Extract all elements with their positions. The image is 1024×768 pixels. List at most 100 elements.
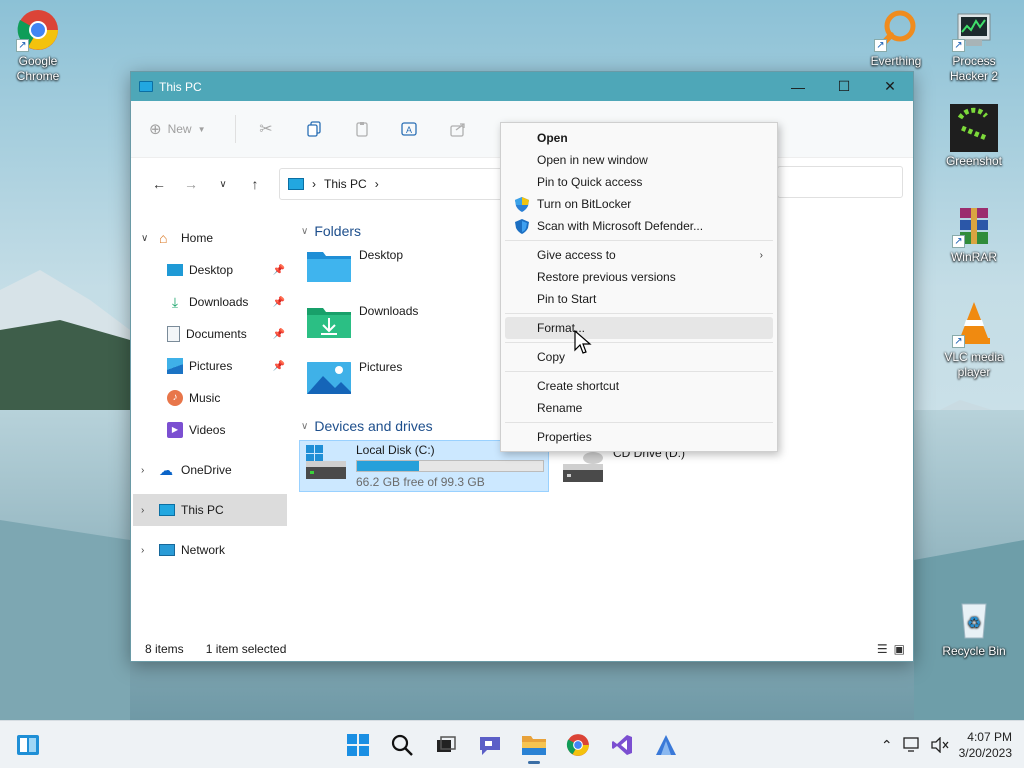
tiles-view-icon[interactable]: ▣	[894, 642, 905, 656]
title-bar[interactable]: This PC — ☐ ✕	[131, 72, 913, 101]
cut-button[interactable]: ✂	[242, 113, 290, 145]
show-hidden-icons-button[interactable]: ⌃	[881, 737, 893, 754]
desktop-icon-everything[interactable]: ↗ Everthing	[864, 8, 928, 69]
menu-item-defender-scan[interactable]: Scan with Microsoft Defender...	[505, 215, 773, 237]
pictures-icon	[167, 358, 183, 374]
recent-locations-button[interactable]: ∨	[207, 170, 239, 198]
videos-icon: ▶	[167, 422, 183, 438]
desktop-icon-winrar[interactable]: ↗ WinRAR	[942, 204, 1006, 265]
volume-muted-icon[interactable]	[930, 737, 949, 753]
folder-label: Downloads	[359, 304, 419, 318]
paste-icon	[356, 122, 368, 137]
menu-item-give-access[interactable]: Give access to ›	[505, 244, 773, 266]
desktop-icon-label: Process Hacker 2	[949, 54, 999, 83]
desktop-icon-process-hacker[interactable]: ↗ Process Hacker 2	[942, 8, 1006, 84]
cut-icon: ✂	[259, 121, 273, 138]
new-button[interactable]: ⊕ New ▼	[149, 113, 229, 145]
share-icon	[450, 123, 465, 137]
winrar-icon: ↗	[952, 204, 996, 248]
menu-item-pin-start[interactable]: Pin to Start	[505, 288, 773, 310]
copy-button[interactable]	[290, 113, 338, 145]
folders-section-header[interactable]: ∨ Folders	[297, 220, 361, 242]
up-button[interactable]: ↑	[239, 170, 271, 198]
menu-item-properties[interactable]: Properties	[505, 426, 773, 448]
sidebar-item-downloads[interactable]: ⤓ Downloads 📌	[131, 286, 291, 318]
close-button[interactable]: ✕	[867, 72, 913, 101]
window-title: This PC	[159, 79, 202, 94]
sidebar-item-desktop[interactable]: Desktop 📌	[131, 254, 291, 286]
desktop-icon-label: Greenshot	[945, 154, 1003, 168]
chrome-taskbar-button[interactable]	[558, 725, 598, 765]
sidebar-item-documents[interactable]: Documents 📌	[131, 318, 291, 350]
menu-item-restore-versions[interactable]: Restore previous versions	[505, 266, 773, 288]
menu-item-bitlocker[interactable]: Turn on BitLocker	[505, 193, 773, 215]
minimize-button[interactable]: —	[775, 72, 821, 101]
sidebar-item-pictures[interactable]: Pictures 📌	[131, 350, 291, 382]
task-view-button[interactable]	[426, 725, 466, 765]
share-button[interactable]	[434, 113, 482, 145]
details-view-icon[interactable]: ☰	[877, 642, 888, 656]
maximize-button[interactable]: ☐	[821, 72, 867, 101]
sidebar-item-music[interactable]: ♪ Music	[131, 382, 291, 414]
menu-item-format[interactable]: Format...	[505, 317, 773, 339]
desktop-icon-google-chrome[interactable]: ↗ Google Chrome	[6, 8, 70, 84]
rename-button[interactable]: A	[386, 113, 434, 145]
desktop-icon-vlc[interactable]: ↗ VLC media player	[942, 298, 1006, 380]
back-button[interactable]: ←	[143, 170, 175, 198]
network-status-icon[interactable]	[902, 737, 921, 753]
menu-item-pin-quick-access[interactable]: Pin to Quick access	[505, 171, 773, 193]
desktop-icon-recycle-bin[interactable]: ♻ Recycle Bin	[942, 598, 1006, 659]
drive-cd-d[interactable]: CD Drive (D:)	[561, 446, 685, 486]
widgets-button[interactable]	[8, 725, 48, 765]
sidebar-item-home[interactable]: ∨ ⌂ Home	[131, 222, 291, 254]
file-explorer-taskbar-button[interactable]	[514, 725, 554, 765]
other-app-icon	[656, 735, 676, 755]
pin-icon: 📌	[272, 296, 285, 308]
start-button[interactable]	[338, 725, 378, 765]
search-button[interactable]	[382, 725, 422, 765]
chevron-right-icon[interactable]: ›	[141, 545, 144, 556]
forward-button[interactable]: →	[175, 170, 207, 198]
arrow-left-icon: ←	[152, 176, 166, 192]
devices-section-header[interactable]: ∨ Devices and drives	[297, 415, 433, 437]
desktop-icon-greenshot[interactable]: Greenshot	[942, 104, 1006, 169]
context-menu: Open Open in new window Pin to Quick acc…	[500, 122, 778, 452]
sidebar-item-network[interactable]: › Network	[131, 534, 291, 566]
sidebar-item-label: Desktop	[189, 263, 234, 277]
section-title: Folders	[314, 223, 362, 239]
search-input[interactable]	[777, 166, 903, 198]
chevron-right-icon[interactable]: ›	[141, 505, 144, 516]
menu-item-rename[interactable]: Rename	[505, 397, 773, 419]
folder-pictures[interactable]: Pictures	[307, 360, 402, 396]
uac-shield-icon	[515, 197, 529, 212]
menu-item-create-shortcut[interactable]: Create shortcut	[505, 375, 773, 397]
shortcut-arrow-icon: ↗	[952, 235, 965, 248]
clock-time: 4:07 PM	[967, 730, 1012, 744]
chevron-right-icon[interactable]: ›	[141, 465, 144, 476]
chevron-down-icon[interactable]: ∨	[141, 233, 148, 244]
chat-button[interactable]	[470, 725, 510, 765]
sidebar-item-onedrive[interactable]: › ☁ OneDrive	[131, 454, 291, 486]
menu-item-copy[interactable]: Copy	[505, 346, 773, 368]
breadcrumb-this-pc[interactable]: This PC	[324, 177, 367, 191]
menu-item-open[interactable]: Open	[505, 127, 773, 149]
paste-button[interactable]	[338, 113, 386, 145]
sidebar-item-this-pc[interactable]: › This PC	[133, 494, 287, 526]
folder-downloads[interactable]: Downloads	[307, 304, 418, 340]
breadcrumb-separator: ›	[312, 177, 316, 191]
menu-item-open-new-window[interactable]: Open in new window	[505, 149, 773, 171]
sidebar-item-label: Videos	[189, 423, 226, 437]
arrow-right-icon: →	[184, 176, 198, 192]
process-hacker-icon: ↗	[952, 8, 996, 52]
sidebar-item-videos[interactable]: ▶ Videos	[131, 414, 291, 446]
selection-count: 1 item selected	[205, 642, 287, 656]
other-app-taskbar-button[interactable]	[646, 725, 686, 765]
chevron-down-icon: ∨	[301, 420, 309, 432]
menu-separator	[505, 422, 773, 423]
visual-studio-taskbar-button[interactable]	[602, 725, 642, 765]
drive-usage-bar	[356, 460, 544, 472]
folder-desktop[interactable]: Desktop	[307, 248, 403, 284]
address-bar[interactable]: › This PC › ∨	[279, 168, 519, 200]
clock[interactable]: 4:07 PM 3/20/2023	[959, 729, 1012, 761]
desktop-icon-label: Google Chrome	[16, 54, 60, 83]
